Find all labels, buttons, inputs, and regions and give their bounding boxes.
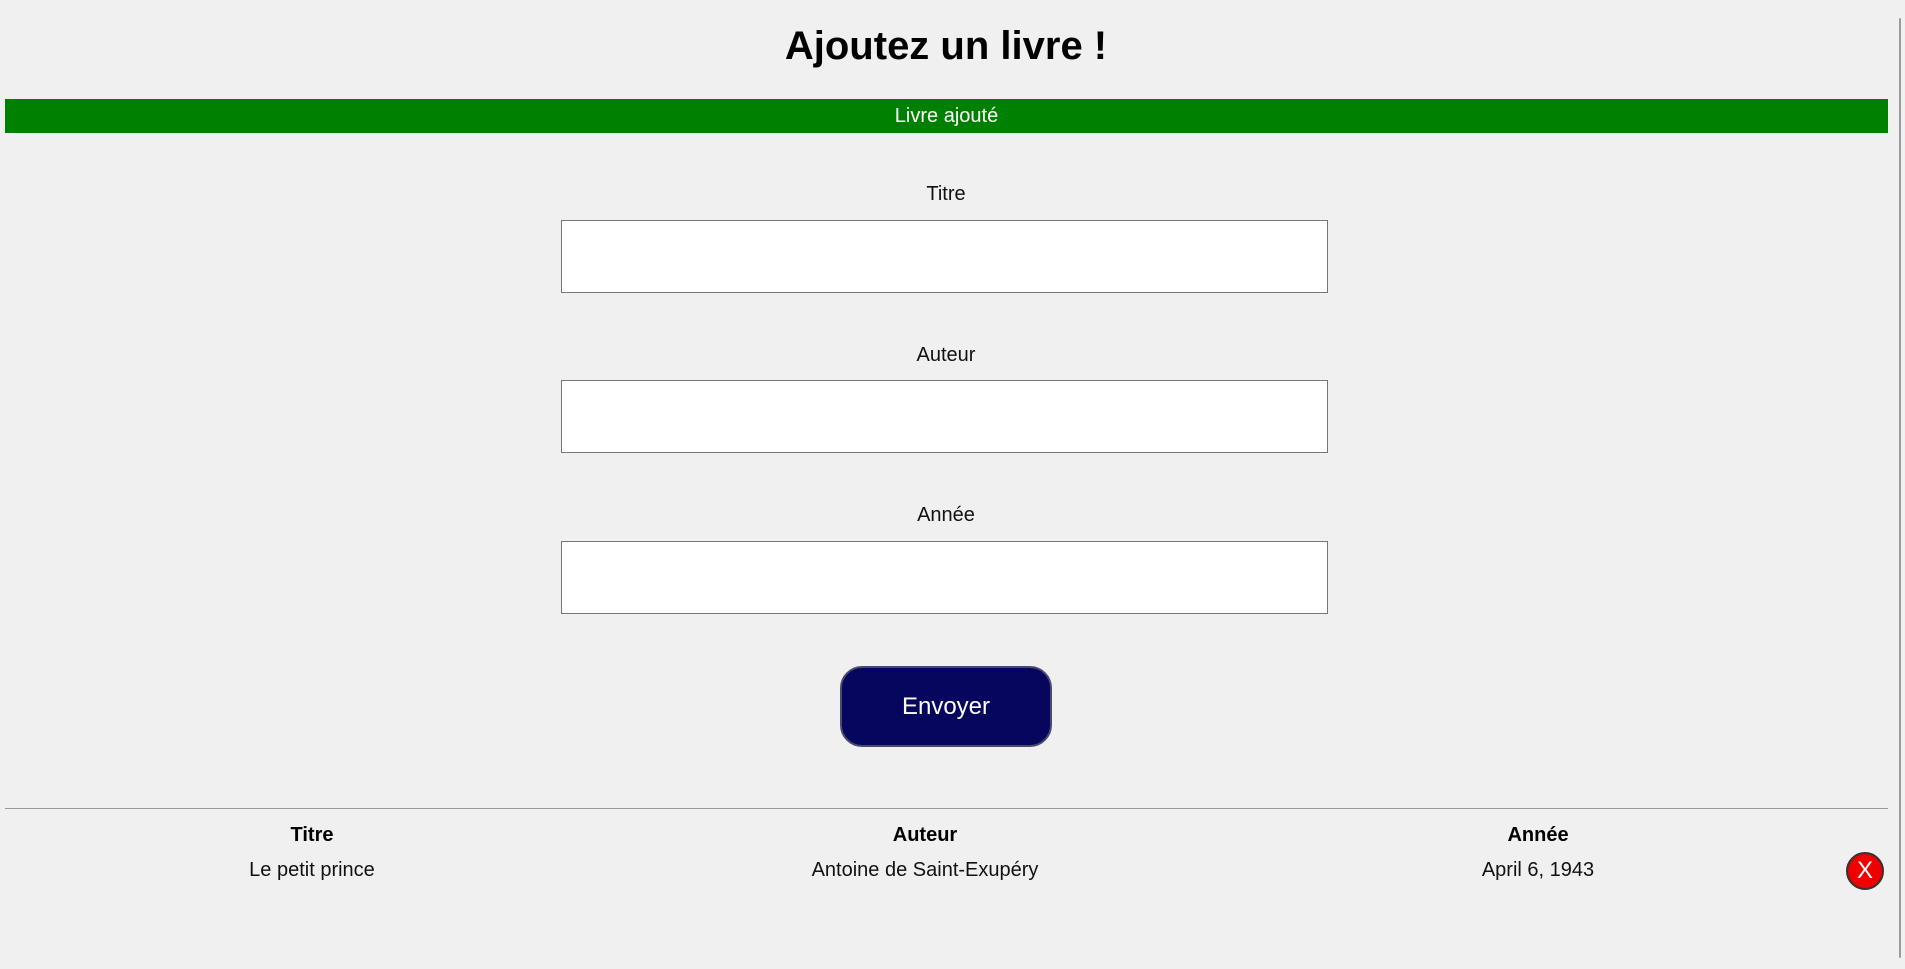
delete-book-button[interactable]: X [1846, 852, 1884, 890]
success-banner: Livre ajouté [5, 99, 1888, 133]
year-input[interactable] [561, 541, 1328, 614]
cell-year: April 6, 1943 [1481, 859, 1595, 881]
submit-button[interactable]: Envoyer [840, 666, 1052, 747]
cell-title: Le petit prince [249, 859, 375, 881]
divider [5, 808, 1888, 809]
scrollbar-thumb[interactable] [1899, 18, 1901, 958]
title-input[interactable] [561, 220, 1328, 293]
title-label: Titre [926, 183, 966, 205]
page-title: Ajoutez un livre ! [784, 24, 1108, 68]
column-header-year: Année [1507, 824, 1569, 846]
author-input[interactable] [561, 380, 1328, 453]
cell-author: Antoine de Saint-Exupéry [811, 859, 1039, 881]
year-label: Année [917, 504, 975, 526]
column-header-title: Titre [290, 824, 334, 846]
page: Ajoutez un livre ! Livre ajouté Titre Au… [0, 0, 1888, 969]
author-label: Auteur [916, 344, 976, 366]
vertical-scrollbar[interactable] [1888, 0, 1905, 969]
column-header-author: Auteur [892, 824, 958, 846]
